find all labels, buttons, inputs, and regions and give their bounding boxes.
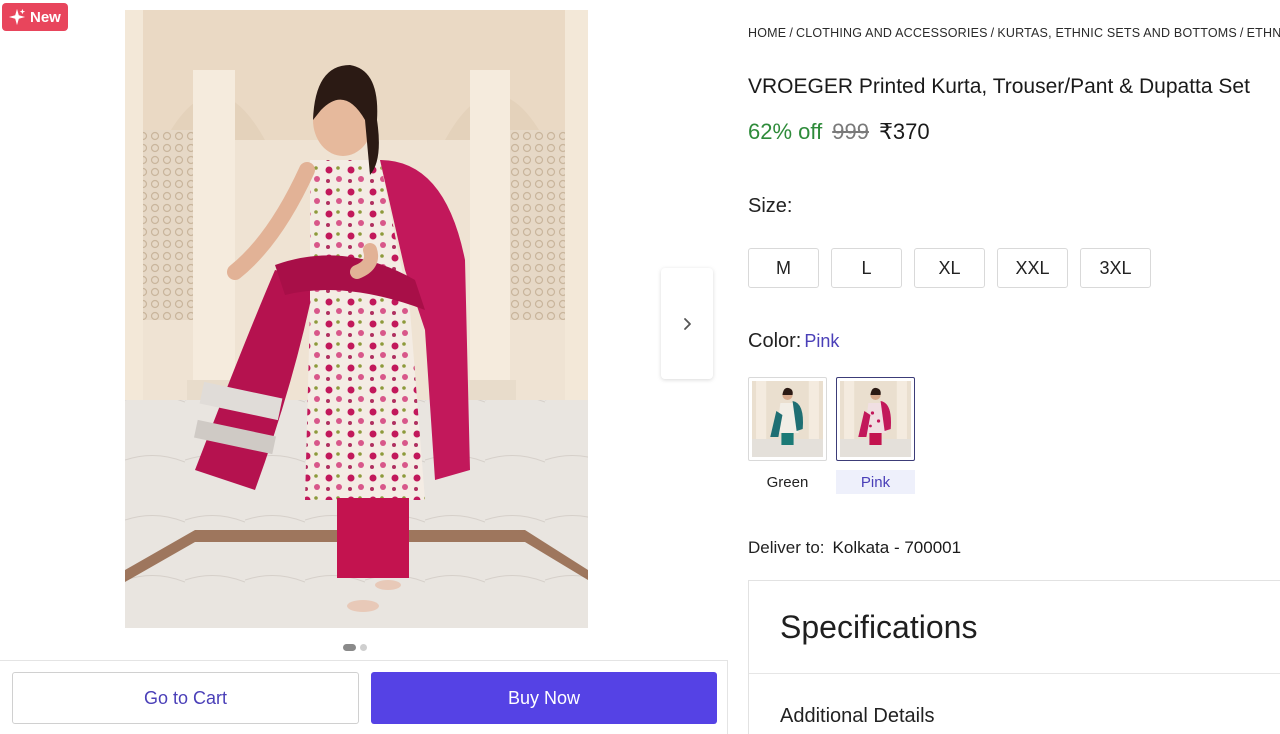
selected-color: Pink xyxy=(804,331,840,351)
price-row: 62% off 999 ₹370 xyxy=(748,119,930,145)
color-option-pink[interactable]: Pink xyxy=(836,377,915,494)
new-badge-label: New xyxy=(30,8,61,26)
selling-price: ₹370 xyxy=(878,119,930,144)
deliver-to-label: Deliver to: xyxy=(748,538,825,557)
swatch-thumbnail-green xyxy=(748,377,827,461)
size-option-xxl[interactable]: XXL xyxy=(997,248,1068,288)
breadcrumb-item[interactable]: HOME xyxy=(748,26,786,40)
product-title: VROEGER Printed Kurta, Trouser/Pant & Du… xyxy=(748,75,1250,98)
breadcrumb-item[interactable]: CLOTHING AND ACCESSORIES xyxy=(796,26,988,40)
breadcrumb-item[interactable]: KURTAS, ETHNIC SETS AND BOTTOMS xyxy=(997,26,1237,40)
product-gallery: New Go to Cart Buy Now xyxy=(0,0,728,734)
chevron-right-icon xyxy=(684,317,691,330)
product-page: New Go to Cart Buy Now HOME / CLOTHING A… xyxy=(0,0,1280,734)
product-main-image[interactable] xyxy=(125,10,588,628)
original-price: 999 xyxy=(832,119,869,144)
sparkle-icon xyxy=(8,8,26,26)
color-option-label: Pink xyxy=(836,470,915,494)
size-option-l[interactable]: L xyxy=(831,248,902,288)
next-image-button[interactable] xyxy=(661,268,713,379)
breadcrumb-item[interactable]: ETHN xyxy=(1247,26,1280,40)
color-option-label: Green xyxy=(766,473,809,491)
breadcrumb: HOME / CLOTHING AND ACCESSORIES / KURTAS, ET… xyxy=(748,26,1280,40)
new-badge: New xyxy=(2,3,68,31)
divider xyxy=(749,673,1280,674)
carousel-dot-active[interactable] xyxy=(343,644,356,651)
size-option-m[interactable]: M xyxy=(748,248,819,288)
swatch-thumbnail-pink xyxy=(836,377,915,461)
go-to-cart-button[interactable]: Go to Cart xyxy=(12,672,359,724)
carousel-dots xyxy=(343,644,367,651)
color-options: Green Pink xyxy=(748,377,915,494)
specifications-title: Specifications xyxy=(780,609,978,645)
color-option-green[interactable]: Green xyxy=(748,377,827,494)
color-label: Color: Pink xyxy=(748,330,839,353)
breadcrumb-separator: / xyxy=(1239,26,1244,40)
carousel-dot[interactable] xyxy=(360,644,367,651)
additional-details-header[interactable]: Additional Details xyxy=(780,705,935,728)
specifications-section: Specifications Additional Details xyxy=(748,580,1280,734)
size-options: M L XL XXL 3XL xyxy=(748,248,1151,288)
size-label: Size: xyxy=(748,195,793,217)
action-bar: Go to Cart Buy Now xyxy=(0,660,728,734)
buy-now-button[interactable]: Buy Now xyxy=(371,672,717,724)
breadcrumb-separator: / xyxy=(990,26,995,40)
delivery-info: Deliver to: Kolkata - 700001 xyxy=(748,538,961,558)
product-details: HOME / CLOTHING AND ACCESSORIES / KURTAS, ET… xyxy=(748,0,1280,734)
product-photo xyxy=(125,10,588,628)
size-option-xl[interactable]: XL xyxy=(914,248,985,288)
size-option-3xl[interactable]: 3XL xyxy=(1080,248,1151,288)
discount-percent: 62% off xyxy=(748,119,823,144)
breadcrumb-separator: / xyxy=(789,26,793,40)
color-label-text: Color: xyxy=(748,330,802,352)
delivery-location[interactable]: Kolkata - 700001 xyxy=(833,538,962,557)
